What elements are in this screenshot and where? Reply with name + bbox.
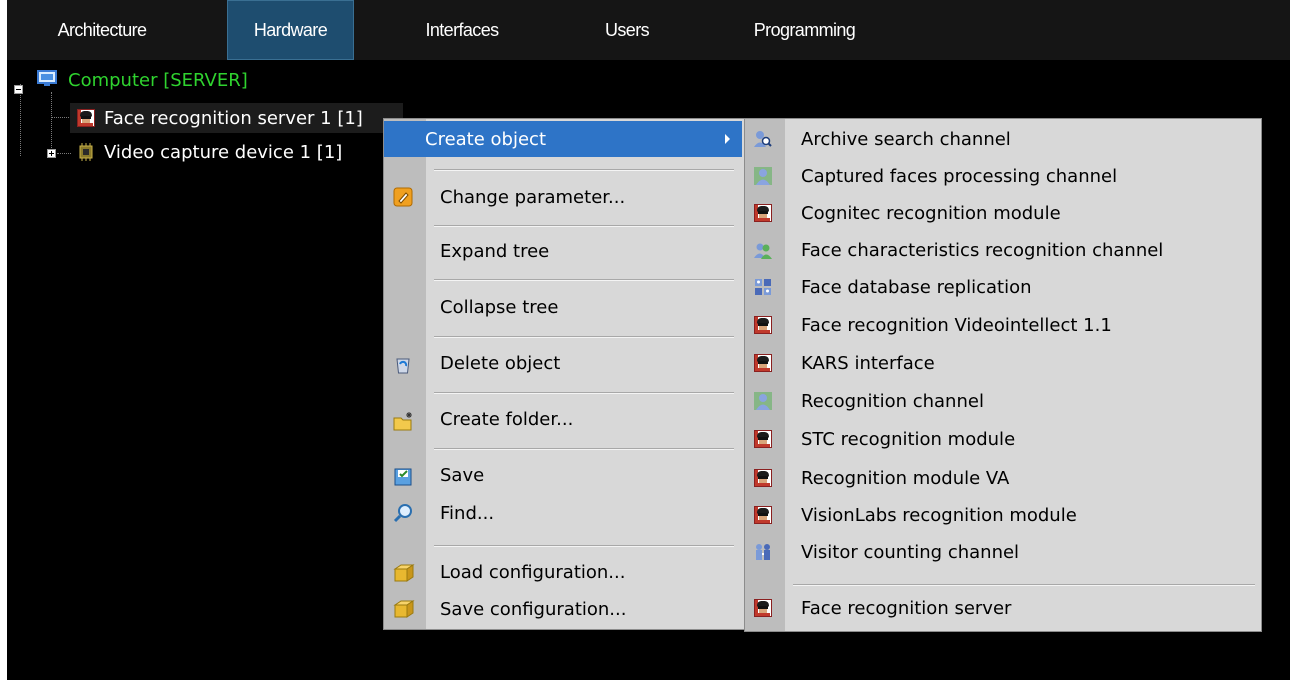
tree-node-face-recognition-server[interactable]: Face recognition server 1 [1] <box>70 103 403 133</box>
menu-separator <box>434 545 734 547</box>
expand-toggle-icon[interactable] <box>47 149 56 158</box>
submenu-arrow-icon <box>725 134 730 144</box>
save-icon <box>393 467 413 487</box>
edit-parameter-icon <box>393 187 413 207</box>
face-recognition-icon <box>77 109 95 127</box>
submenu-item-visitor-counting-channel[interactable]: Visitor counting channel <box>745 534 1259 570</box>
tree-node-label: Video capture device 1 [1] <box>104 141 343 163</box>
tab-users[interactable]: Users <box>587 0 667 60</box>
monitor-icon <box>37 70 57 87</box>
load-box-icon <box>393 563 415 583</box>
submenu-item-cognitec-recognition-module[interactable]: Cognitec recognition module <box>745 195 1259 231</box>
recycle-bin-icon <box>393 355 413 375</box>
face-recognition-icon <box>754 316 772 334</box>
face-recognition-icon <box>754 599 772 617</box>
submenu-item-face-characteristics-recognition-channel[interactable]: Face characteristics recognition channel <box>745 232 1259 268</box>
face-recognition-icon <box>754 506 772 524</box>
face-recognition-icon <box>754 430 772 448</box>
tab-programming[interactable]: Programming <box>732 0 877 60</box>
submenu-item-kars-interface[interactable]: KARS interface <box>745 345 1259 381</box>
create-object-submenu: Archive search channel Captured faces pr… <box>744 118 1262 632</box>
tab-interfaces[interactable]: Interfaces <box>407 0 517 60</box>
visitor-counter-icon <box>754 543 772 561</box>
menu-separator <box>434 392 734 394</box>
menu-separator <box>434 448 734 450</box>
submenu-item-face-database-replication[interactable]: Face database replication <box>745 269 1259 305</box>
magnifier-icon <box>393 503 413 523</box>
submenu-item-face-recognition-server[interactable]: Face recognition server <box>745 590 1259 626</box>
menu-item-collapse-tree[interactable]: Collapse tree <box>384 286 742 328</box>
menu-item-create-object[interactable]: Create object <box>384 121 742 157</box>
menu-item-save[interactable]: Save <box>384 455 742 495</box>
submenu-item-recognition-channel[interactable]: Recognition channel <box>745 383 1259 419</box>
submenu-item-stc-recognition-module[interactable]: STC recognition module <box>745 421 1259 457</box>
submenu-item-archive-search-channel[interactable]: Archive search channel <box>745 121 1259 157</box>
menu-item-load-configuration[interactable]: Load configuration... <box>384 553 742 591</box>
menu-item-find[interactable]: Find... <box>384 495 742 531</box>
tree-line <box>51 92 52 154</box>
submenu-item-captured-faces-processing-channel[interactable]: Captured faces processing channel <box>745 158 1259 194</box>
save-box-icon <box>393 599 415 619</box>
database-replication-icon <box>754 278 772 296</box>
tree-node-computer[interactable]: Computer [SERVER] <box>7 66 307 94</box>
tab-bar: Architecture Hardware Interfaces Users P… <box>7 0 1290 60</box>
new-folder-icon <box>393 411 413 431</box>
persons-icon <box>754 241 772 259</box>
tree-node-label: Face recognition server 1 [1] <box>104 107 363 129</box>
menu-separator <box>434 225 734 227</box>
context-menu: Create object Change parameter... Expand… <box>383 118 745 630</box>
submenu-item-visionlabs-recognition-module[interactable]: VisionLabs recognition module <box>745 497 1259 533</box>
tree-line <box>51 117 71 118</box>
face-recognition-icon <box>754 354 772 372</box>
menu-item-delete-object[interactable]: Delete object <box>384 343 742 383</box>
submenu-separator <box>793 584 1255 586</box>
menu-separator <box>434 169 734 171</box>
tree-node-video-capture-device[interactable]: Video capture device 1 [1] <box>71 138 391 166</box>
menu-item-save-configuration[interactable]: Save configuration... <box>384 591 742 627</box>
face-recognition-icon <box>754 469 772 487</box>
menu-item-expand-tree[interactable]: Expand tree <box>384 231 742 271</box>
capture-device-icon <box>77 143 95 161</box>
menu-item-change-parameter[interactable]: Change parameter... <box>384 176 742 218</box>
menu-item-create-folder[interactable]: Create folder... <box>384 399 742 439</box>
person-icon <box>754 392 772 410</box>
submenu-item-recognition-module-va[interactable]: Recognition module VA <box>745 460 1259 496</box>
archive-search-icon <box>754 130 772 148</box>
face-recognition-icon <box>754 204 772 222</box>
menu-separator <box>434 279 734 281</box>
menu-separator <box>434 336 734 338</box>
submenu-item-face-recognition-videointellect[interactable]: Face recognition Videointellect 1.1 <box>745 307 1259 343</box>
tab-hardware[interactable]: Hardware <box>227 0 354 60</box>
tab-architecture[interactable]: Architecture <box>32 0 172 60</box>
tree-line <box>20 84 21 156</box>
tree-node-label: Computer [SERVER] <box>68 69 248 91</box>
tree-line <box>57 153 71 154</box>
person-icon <box>754 167 772 185</box>
